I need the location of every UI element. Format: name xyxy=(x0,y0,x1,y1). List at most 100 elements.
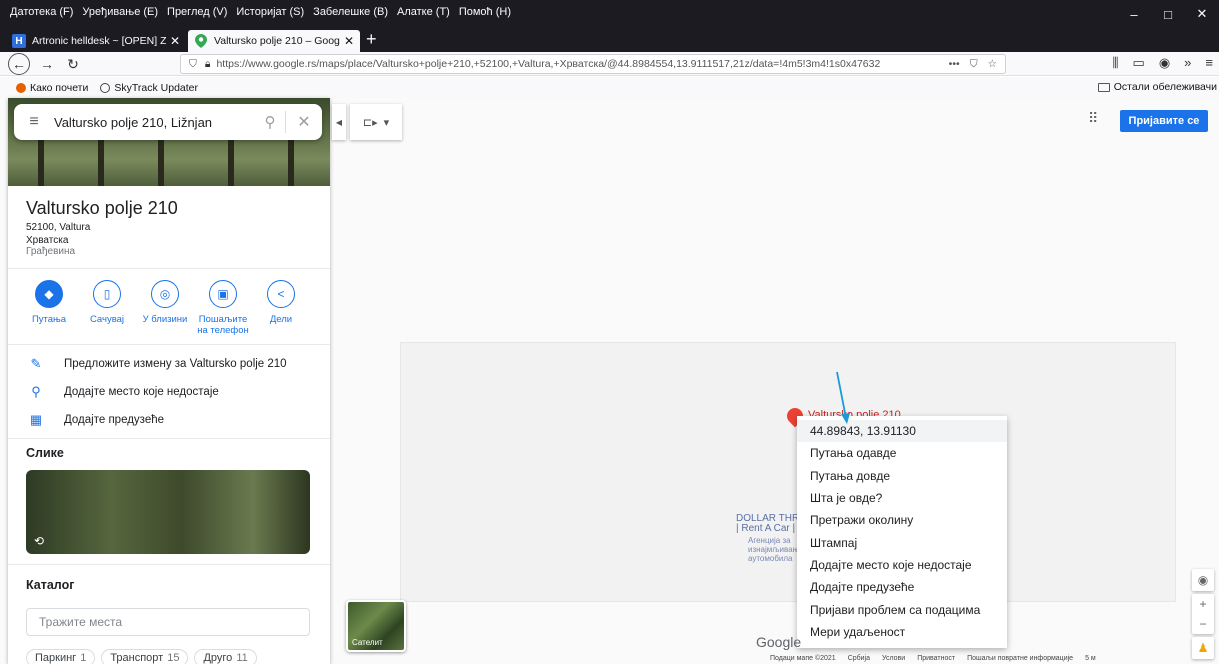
footer-country[interactable]: Србија xyxy=(848,655,870,662)
menu-item-add-business[interactable]: Додајте предузеће xyxy=(797,576,1007,598)
minimize-icon[interactable]: – xyxy=(1117,0,1151,28)
place-category[interactable]: Грађевина xyxy=(26,246,75,257)
menu-item-add-missing-place[interactable]: Додајте место које недостаје xyxy=(797,554,1007,576)
share-icon: < xyxy=(267,280,295,308)
divider xyxy=(8,268,330,269)
send-to-phone-button[interactable]: ▣ Пошаљите на телефон xyxy=(194,280,252,336)
bookmark-skytrack[interactable]: SkyTrack Updater xyxy=(100,82,198,94)
chip-other[interactable]: Друго 11 xyxy=(194,649,257,664)
address-line: 52100, Valtura xyxy=(26,222,91,233)
new-tab-icon[interactable]: + xyxy=(366,29,377,50)
menu-edit[interactable]: Уређивање (E) xyxy=(82,6,158,18)
footer-privacy[interactable]: Приватност xyxy=(917,655,955,662)
close-icon[interactable]: ✕ xyxy=(286,112,322,132)
menu-item-directions-to[interactable]: Путања довде xyxy=(797,465,1007,487)
window-controls: – □ ✕ xyxy=(1117,0,1219,28)
menu-item-search-nearby[interactable]: Претражи околину xyxy=(797,509,1007,531)
menu-item-whats-here[interactable]: Шта је овде? xyxy=(797,487,1007,509)
shield-icon[interactable]: ⛉ xyxy=(189,58,197,71)
chip-parking[interactable]: Паркинг 1 xyxy=(26,649,96,664)
close-window-icon[interactable]: ✕ xyxy=(1185,0,1219,28)
footer-terms[interactable]: Услови xyxy=(882,655,905,662)
suggest-edit-label: Предложите измену за Valtursko polje 210 xyxy=(64,358,287,370)
directions-icon: ◆ xyxy=(35,280,63,308)
add-missing-place-link[interactable]: ⚲ Додајте место које недостаје xyxy=(26,384,219,400)
tab-close-icon[interactable]: ✕ xyxy=(170,34,180,48)
tab-helldesk[interactable]: H Artronic helldesk ~ [OPEN] ZIT ✕ xyxy=(6,30,186,52)
menu-item-report-problem[interactable]: Пријави проблем са подацима xyxy=(797,598,1007,620)
add-place-label: Додајте место које недостаје xyxy=(64,386,219,398)
folder-icon xyxy=(1097,82,1110,92)
nearby-button[interactable]: ◎ У близини xyxy=(136,280,194,336)
forward-icon[interactable]: → xyxy=(36,53,58,75)
other-bookmarks[interactable]: Остали обележивачи xyxy=(1097,81,1217,93)
chip-count: 11 xyxy=(236,652,248,664)
tab-google-maps[interactable]: Valtursko polje 210 – Google Ma ✕ xyxy=(188,30,360,52)
poi-sub-line: Агенција за xyxy=(748,536,791,545)
chip-transport[interactable]: Транспорт 15 xyxy=(101,649,189,664)
save-button[interactable]: ▯ Сачувај xyxy=(78,280,136,336)
pocket-icon[interactable]: ⛉ xyxy=(970,58,978,71)
footer-feedback[interactable]: Пошаљи повратне информације xyxy=(967,655,1073,662)
menu-tools[interactable]: Алатке (T) xyxy=(397,6,450,18)
action-label: Сачувај xyxy=(89,314,125,325)
satellite-toggle[interactable]: Сателит xyxy=(346,600,406,652)
store-icon: ▦ xyxy=(29,412,43,427)
chip-label: Друго xyxy=(203,652,233,664)
apps-grid-icon[interactable]: ⠿ xyxy=(1088,110,1098,127)
zoom-in-icon[interactable]: + xyxy=(1199,594,1206,614)
bookmark-getting-started[interactable]: Како почети xyxy=(16,82,88,94)
directions-button[interactable]: ◆ Путања xyxy=(20,280,78,336)
collapse-panel-button[interactable]: ◀ xyxy=(332,104,346,140)
search-box[interactable]: ≡ Valtursko polje 210, Ližnjan ⚲ ✕ xyxy=(14,104,322,140)
chip-label: Паркинг xyxy=(35,652,77,664)
library-icon[interactable]: ⫼ xyxy=(1113,55,1119,71)
back-icon[interactable]: ← xyxy=(8,53,30,75)
chip-label: Транспорт xyxy=(110,652,164,664)
menu-file[interactable]: Датотека (F) xyxy=(10,6,73,18)
menu-item-coordinates[interactable]: 44.89843, 13.91130 xyxy=(797,420,1007,443)
sidebar-icon[interactable]: ▭ xyxy=(1133,55,1145,71)
hamburger-menu-icon[interactable]: ≡ xyxy=(14,113,54,131)
search-input[interactable]: Valtursko polje 210, Ližnjan xyxy=(54,115,255,130)
menu-history[interactable]: Историјат (S) xyxy=(236,6,304,18)
page-actions-icon[interactable]: ••• xyxy=(949,58,960,71)
footer-scale[interactable]: 5 м xyxy=(1085,655,1096,662)
place-photo[interactable]: ⟲ xyxy=(26,470,310,554)
add-business-link[interactable]: ▦ Додајте предузеће xyxy=(26,412,164,428)
lock-icon[interactable]: 🔒︎ xyxy=(205,58,211,71)
maximize-icon[interactable]: □ xyxy=(1151,0,1185,28)
account-icon[interactable]: ◉ xyxy=(1159,55,1170,71)
menu-bookmarks[interactable]: Забелешке (B) xyxy=(313,6,388,18)
catalog-search-input[interactable]: Тражите места xyxy=(26,608,310,636)
suggest-edit-link[interactable]: ✎ Предложите измену за Valtursko polje 2… xyxy=(26,356,287,372)
search-icon[interactable]: ⚲ xyxy=(255,113,285,131)
zoom-out-icon[interactable]: − xyxy=(1199,614,1206,634)
bookmark-star-icon[interactable]: ☆ xyxy=(988,58,997,71)
menu-item-print[interactable]: Штампај xyxy=(797,531,1007,553)
reload-icon[interactable]: ↻ xyxy=(62,53,84,75)
pencil-icon: ✎ xyxy=(30,356,42,371)
hamburger-menu-icon[interactable]: ≡ xyxy=(1205,55,1213,71)
chevron-down-icon: ▾ xyxy=(383,116,390,129)
menu-view[interactable]: Преглед (V) xyxy=(167,6,227,18)
url-bar[interactable]: ⛉ 🔒︎ https://www.google.rs/maps/place/Va… xyxy=(180,54,1006,74)
menu-item-directions-from[interactable]: Путања одавде xyxy=(797,442,1007,464)
my-location-button[interactable]: ◉ xyxy=(1192,569,1214,591)
chip-count: 1 xyxy=(80,652,87,664)
phone-icon: ▣ xyxy=(209,280,237,308)
sign-in-button[interactable]: Пријавите се xyxy=(1120,110,1208,132)
tab-close-icon[interactable]: ✕ xyxy=(344,34,354,48)
globe-icon xyxy=(100,82,111,93)
street-view-icon: ⟲ xyxy=(34,534,45,548)
menu-bar: Датотека (F) Уређивање (E) Преглед (V) И… xyxy=(10,6,511,18)
map-footer: Подаци мапе ©2021 Србија Услови Приватно… xyxy=(770,655,1096,662)
pegman-icon[interactable]: ♟ xyxy=(1192,637,1214,659)
menu-item-measure-distance[interactable]: Мери удаљеност xyxy=(797,621,1007,643)
tab-title: Artronic helldesk ~ [OPEN] ZIT xyxy=(32,35,166,47)
helldesk-favicon-icon: H xyxy=(12,34,26,48)
overflow-icon[interactable]: » xyxy=(1184,55,1191,71)
layers-control[interactable]: ⊏▸ ▾ xyxy=(350,104,402,140)
share-button[interactable]: < Дели xyxy=(252,280,310,336)
menu-help[interactable]: Помоћ (H) xyxy=(459,6,511,18)
